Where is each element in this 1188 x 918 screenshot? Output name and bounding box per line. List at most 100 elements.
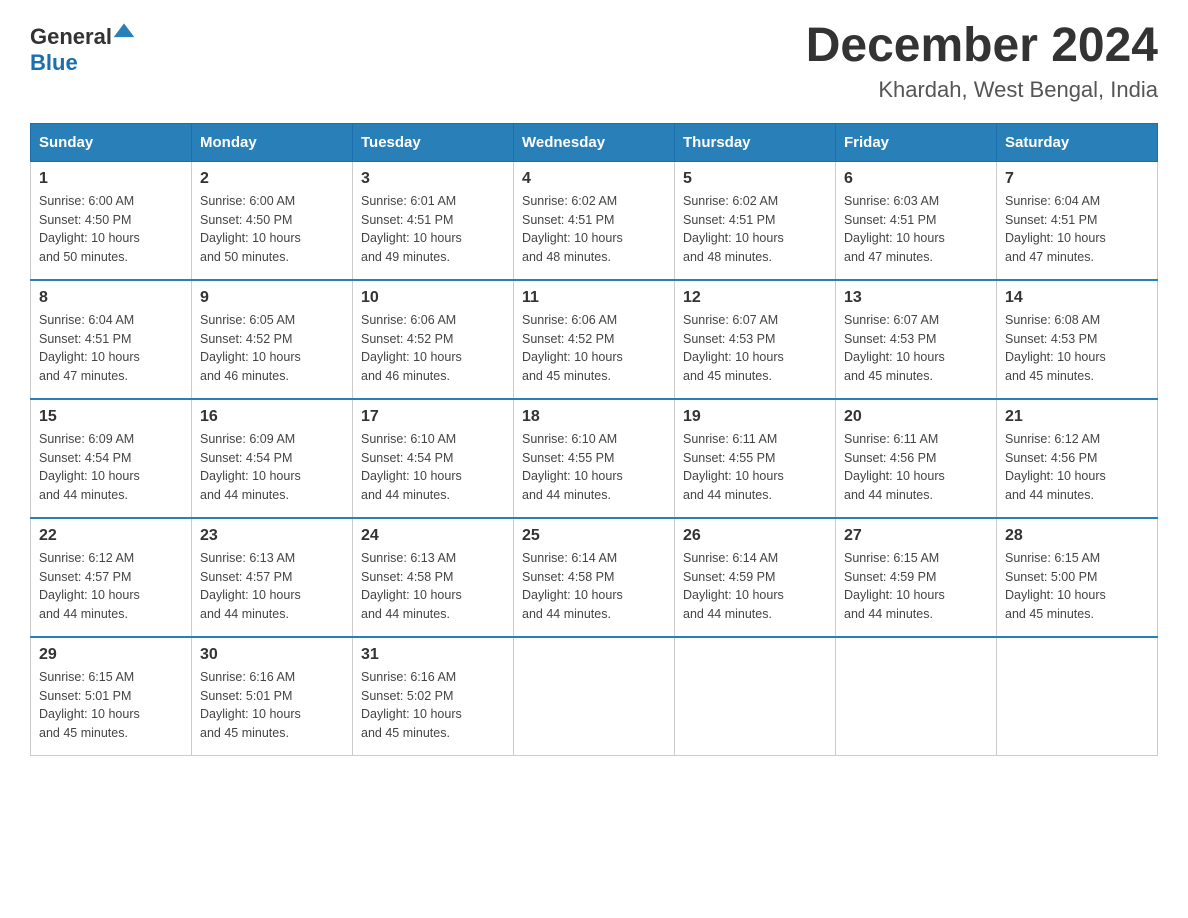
logo-text: General Blue — [30, 20, 136, 76]
month-title: December 2024 — [806, 20, 1158, 73]
day-info: Sunrise: 6:09 AMSunset: 4:54 PMDaylight:… — [39, 430, 183, 505]
calendar-cell: 15 Sunrise: 6:09 AMSunset: 4:54 PMDayligh… — [31, 399, 192, 518]
calendar-table: SundayMondayTuesdayWednesdayThursdayFrid… — [30, 123, 1158, 756]
calendar-cell: 20Sunrise: 6:11 AMSunset: 4:56 PMDayligh… — [836, 399, 997, 518]
day-number: 23 — [200, 527, 344, 545]
day-info: Sunrise: 6:13 AMSunset: 4:57 PMDaylight:… — [200, 549, 344, 624]
day-number: 19 — [683, 408, 827, 426]
calendar-cell: 6 Sunrise: 6:03 AMSunset: 4:51 PMDaylight… — [836, 161, 997, 280]
day-number: 15 — [39, 408, 183, 426]
day-info: Sunrise: 6:04 AMSunset: 4:51 PMDaylight:… — [1005, 192, 1149, 267]
calendar-cell: 10 Sunrise: 6:06 AMSunset: 4:52 PMDayligh… — [353, 280, 514, 399]
calendar-week-row: 1 Sunrise: 6:00 AMSunset: 4:50 PMDaylight… — [31, 161, 1158, 280]
day-info: Sunrise: 6:09 AMSunset: 4:54 PMDaylight:… — [200, 430, 344, 505]
day-info: Sunrise: 6:12 AMSunset: 4:57 PMDaylight:… — [39, 549, 183, 624]
day-number: 10 — [361, 289, 505, 307]
day-number: 5 — [683, 170, 827, 188]
day-number: 8 — [39, 289, 183, 307]
day-info: Sunrise: 6:13 AMSunset: 4:58 PMDaylight:… — [361, 549, 505, 624]
weekday-header-row: SundayMondayTuesdayWednesdayThursdayFrid… — [31, 123, 1158, 161]
day-info: Sunrise: 6:03 AMSunset: 4:51 PMDaylight:… — [844, 192, 988, 267]
day-number: 29 — [39, 646, 183, 664]
logo: General Blue — [30, 20, 136, 76]
day-number: 24 — [361, 527, 505, 545]
weekday-header-wednesday: Wednesday — [514, 123, 675, 161]
weekday-header-friday: Friday — [836, 123, 997, 161]
calendar-cell — [997, 637, 1158, 756]
calendar-week-row: 29Sunrise: 6:15 AMSunset: 5:01 PMDayligh… — [31, 637, 1158, 756]
day-info: Sunrise: 6:15 AMSunset: 4:59 PMDaylight:… — [844, 549, 988, 624]
calendar-cell: 2 Sunrise: 6:00 AMSunset: 4:50 PMDaylight… — [192, 161, 353, 280]
day-info: Sunrise: 6:16 AMSunset: 5:01 PMDaylight:… — [200, 668, 344, 743]
weekday-header-thursday: Thursday — [675, 123, 836, 161]
day-number: 30 — [200, 646, 344, 664]
day-info: Sunrise: 6:16 AMSunset: 5:02 PMDaylight:… — [361, 668, 505, 743]
calendar-cell: 16 Sunrise: 6:09 AMSunset: 4:54 PMDayligh… — [192, 399, 353, 518]
day-info: Sunrise: 6:07 AMSunset: 4:53 PMDaylight:… — [844, 311, 988, 386]
day-info: Sunrise: 6:02 AMSunset: 4:51 PMDaylight:… — [683, 192, 827, 267]
day-info: Sunrise: 6:00 AMSunset: 4:50 PMDaylight:… — [200, 192, 344, 267]
calendar-cell: 14 Sunrise: 6:08 AMSunset: 4:53 PMDayligh… — [997, 280, 1158, 399]
day-number: 16 — [200, 408, 344, 426]
day-info: Sunrise: 6:10 AMSunset: 4:55 PMDaylight:… — [522, 430, 666, 505]
calendar-cell: 12 Sunrise: 6:07 AMSunset: 4:53 PMDayligh… — [675, 280, 836, 399]
title-area: December 2024 Khardah, West Bengal, Indi… — [806, 20, 1158, 103]
calendar-cell — [836, 637, 997, 756]
day-number: 21 — [1005, 408, 1149, 426]
calendar-cell — [514, 637, 675, 756]
day-number: 14 — [1005, 289, 1149, 307]
day-info: Sunrise: 6:15 AMSunset: 5:00 PMDaylight:… — [1005, 549, 1149, 624]
location-title: Khardah, West Bengal, India — [806, 77, 1158, 103]
header: General Blue December 2024 Khardah, West… — [30, 20, 1158, 103]
day-info: Sunrise: 6:11 AMSunset: 4:55 PMDaylight:… — [683, 430, 827, 505]
calendar-cell: 7 Sunrise: 6:04 AMSunset: 4:51 PMDaylight… — [997, 161, 1158, 280]
day-info: Sunrise: 6:02 AMSunset: 4:51 PMDaylight:… — [522, 192, 666, 267]
calendar-cell: 27 Sunrise: 6:15 AMSunset: 4:59 PMDayligh… — [836, 518, 997, 637]
calendar-cell: 26Sunrise: 6:14 AMSunset: 4:59 PMDayligh… — [675, 518, 836, 637]
calendar-cell: 24 Sunrise: 6:13 AMSunset: 4:58 PMDayligh… — [353, 518, 514, 637]
day-number: 11 — [522, 289, 666, 307]
day-number: 1 — [39, 170, 183, 188]
day-info: Sunrise: 6:01 AMSunset: 4:51 PMDaylight:… — [361, 192, 505, 267]
day-info: Sunrise: 6:12 AMSunset: 4:56 PMDaylight:… — [1005, 430, 1149, 505]
calendar-cell: 23 Sunrise: 6:13 AMSunset: 4:57 PMDayligh… — [192, 518, 353, 637]
calendar-cell: 8Sunrise: 6:04 AMSunset: 4:51 PMDaylight… — [31, 280, 192, 399]
day-number: 28 — [1005, 527, 1149, 545]
calendar-cell: 30 Sunrise: 6:16 AMSunset: 5:01 PMDayligh… — [192, 637, 353, 756]
day-number: 13 — [844, 289, 988, 307]
day-number: 7 — [1005, 170, 1149, 188]
day-number: 3 — [361, 170, 505, 188]
calendar-cell: 17Sunrise: 6:10 AMSunset: 4:54 PMDayligh… — [353, 399, 514, 518]
day-info: Sunrise: 6:11 AMSunset: 4:56 PMDaylight:… — [844, 430, 988, 505]
day-info: Sunrise: 6:07 AMSunset: 4:53 PMDaylight:… — [683, 311, 827, 386]
day-number: 27 — [844, 527, 988, 545]
calendar-cell: 1 Sunrise: 6:00 AMSunset: 4:50 PMDaylight… — [31, 161, 192, 280]
calendar-cell: 28 Sunrise: 6:15 AMSunset: 5:00 PMDayligh… — [997, 518, 1158, 637]
day-info: Sunrise: 6:00 AMSunset: 4:50 PMDaylight:… — [39, 192, 183, 267]
day-number: 26 — [683, 527, 827, 545]
logo-blue: Blue — [30, 50, 78, 75]
calendar-cell: 22Sunrise: 6:12 AMSunset: 4:57 PMDayligh… — [31, 518, 192, 637]
day-number: 6 — [844, 170, 988, 188]
calendar-cell: 13 Sunrise: 6:07 AMSunset: 4:53 PMDayligh… — [836, 280, 997, 399]
calendar-week-row: 8Sunrise: 6:04 AMSunset: 4:51 PMDaylight… — [31, 280, 1158, 399]
calendar-cell: 21 Sunrise: 6:12 AMSunset: 4:56 PMDayligh… — [997, 399, 1158, 518]
calendar-cell: 11 Sunrise: 6:06 AMSunset: 4:52 PMDayligh… — [514, 280, 675, 399]
day-number: 25 — [522, 527, 666, 545]
calendar-cell: 5 Sunrise: 6:02 AMSunset: 4:51 PMDaylight… — [675, 161, 836, 280]
calendar-week-row: 22Sunrise: 6:12 AMSunset: 4:57 PMDayligh… — [31, 518, 1158, 637]
day-info: Sunrise: 6:06 AMSunset: 4:52 PMDaylight:… — [361, 311, 505, 386]
day-number: 31 — [361, 646, 505, 664]
day-number: 12 — [683, 289, 827, 307]
day-number: 9 — [200, 289, 344, 307]
weekday-header-sunday: Sunday — [31, 123, 192, 161]
calendar-week-row: 15 Sunrise: 6:09 AMSunset: 4:54 PMDayligh… — [31, 399, 1158, 518]
day-number: 18 — [522, 408, 666, 426]
day-info: Sunrise: 6:06 AMSunset: 4:52 PMDaylight:… — [522, 311, 666, 386]
day-info: Sunrise: 6:10 AMSunset: 4:54 PMDaylight:… — [361, 430, 505, 505]
day-number: 4 — [522, 170, 666, 188]
logo-general: General — [30, 24, 112, 49]
day-info: Sunrise: 6:08 AMSunset: 4:53 PMDaylight:… — [1005, 311, 1149, 386]
calendar-cell: 19 Sunrise: 6:11 AMSunset: 4:55 PMDayligh… — [675, 399, 836, 518]
day-number: 2 — [200, 170, 344, 188]
